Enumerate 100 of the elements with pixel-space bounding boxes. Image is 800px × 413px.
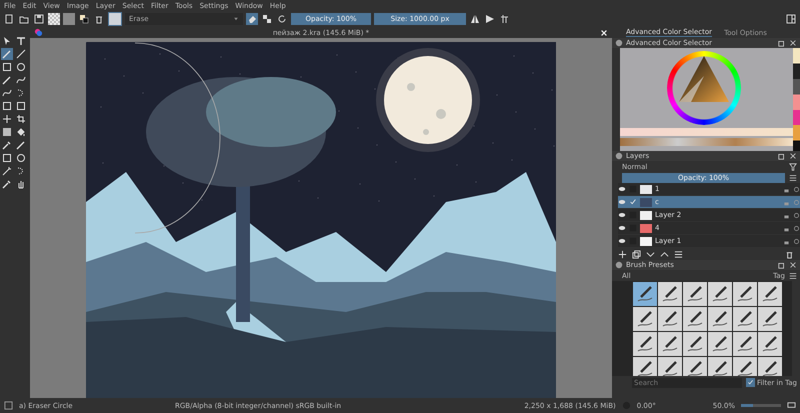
pattern-swatch[interactable] [48, 13, 60, 25]
color-history-strip[interactable] [620, 128, 793, 136]
checkbox[interactable] [746, 378, 755, 387]
brush-preset-tile[interactable] [683, 307, 707, 331]
brush-icon [685, 359, 705, 376]
brush-preset-tile[interactable] [708, 307, 732, 331]
layer-thumbnail [640, 184, 652, 194]
crop-tool-icon[interactable] [15, 113, 27, 125]
trash-icon[interactable] [785, 250, 794, 258]
workspace-icon[interactable] [785, 13, 797, 25]
monitor-icon[interactable] [787, 401, 796, 410]
tool-icon [4, 401, 13, 410]
brush-preset-tile[interactable] [633, 307, 657, 331]
save-icon[interactable] [33, 13, 45, 25]
filter-icon[interactable] [789, 162, 797, 170]
circle-tool-icon[interactable] [15, 61, 27, 73]
brush-preset-tile[interactable] [758, 282, 782, 306]
float-icon[interactable] [778, 39, 786, 47]
brush-preset-tile[interactable] [733, 357, 757, 376]
brush-tool-icon[interactable] [15, 139, 27, 151]
brush-preset-tile[interactable] [758, 307, 782, 331]
new-file-icon[interactable] [3, 13, 15, 25]
color-swatch-column[interactable] [793, 48, 800, 151]
picker-tool-icon[interactable] [1, 178, 13, 190]
brush-preset-tile[interactable] [733, 307, 757, 331]
picker-tool-icon[interactable] [1, 139, 13, 151]
zoom-slider[interactable] [741, 404, 781, 407]
properties-icon[interactable] [674, 250, 683, 258]
brush-preset-tile[interactable] [758, 357, 782, 376]
duplicate-icon[interactable] [632, 250, 641, 258]
collapse-icon[interactable] [615, 261, 623, 269]
layer-thumbnail [640, 198, 652, 206]
menu-icon[interactable] [789, 174, 797, 182]
brush-icon [635, 359, 655, 376]
text-tool-icon[interactable] [15, 35, 27, 47]
fill-tool-icon[interactable] [15, 126, 27, 138]
square-tool-icon[interactable] [1, 61, 13, 73]
curve-tool-icon[interactable] [15, 74, 27, 86]
mirror-horizontal-icon[interactable] [469, 13, 481, 25]
close-icon[interactable] [789, 152, 797, 160]
app-logo-icon [34, 28, 43, 37]
brush-preset-tile[interactable] [658, 357, 682, 376]
reload-icon[interactable] [276, 13, 288, 25]
brush-icon [635, 309, 655, 329]
chevron-up-icon[interactable] [660, 250, 669, 258]
brush-preset-tile[interactable] [658, 332, 682, 356]
brush-preset-tile[interactable] [633, 357, 657, 376]
brush-preset-tile[interactable] [633, 282, 657, 306]
brush-preset-tile[interactable] [658, 307, 682, 331]
brush-preset-tile[interactable] [683, 357, 707, 376]
path-tool-icon[interactable] [1, 87, 13, 99]
wrap-icon[interactable] [499, 13, 511, 25]
brush-icon [710, 309, 730, 329]
line-tool-icon[interactable] [15, 48, 27, 60]
brush-icon [760, 359, 780, 376]
checker-icon[interactable] [261, 13, 273, 25]
brush-preset-tile[interactable] [708, 282, 732, 306]
pen-tool-icon[interactable] [1, 74, 13, 86]
brush-icon [710, 359, 730, 376]
brush-preset-tile[interactable] [733, 332, 757, 356]
gradient-swatch[interactable] [63, 13, 75, 25]
float-icon[interactable] [778, 261, 786, 269]
brush-icon [635, 334, 655, 354]
square-tool-icon[interactable] [15, 100, 27, 112]
move-tool-icon[interactable] [1, 113, 13, 125]
square-tool-icon[interactable] [1, 152, 13, 164]
gradient-tool-icon[interactable] [1, 126, 13, 138]
square-tool-icon[interactable] [1, 100, 13, 112]
brush-preset-tile[interactable] [683, 332, 707, 356]
collapse-icon[interactable] [615, 39, 623, 47]
mirror-vertical-icon[interactable] [484, 13, 496, 25]
brush-preset-tile[interactable] [633, 332, 657, 356]
float-icon[interactable] [778, 152, 786, 160]
collapse-icon[interactable] [615, 152, 623, 160]
brush-icon [735, 359, 755, 376]
color-triangle[interactable] [679, 56, 729, 102]
brush-icon [760, 309, 780, 329]
brush-preset-tile[interactable] [683, 282, 707, 306]
plus-icon[interactable] [618, 250, 627, 258]
brush-preset-tile[interactable] [733, 282, 757, 306]
chevron-down-icon[interactable] [646, 250, 655, 258]
wand-tool-icon[interactable] [1, 165, 13, 177]
close-icon[interactable] [789, 261, 797, 269]
brush-icon [735, 334, 755, 354]
close-icon[interactable] [789, 39, 797, 47]
brush-preset-tile[interactable] [658, 282, 682, 306]
brush-preset-tile[interactable] [708, 332, 732, 356]
caret-icon[interactable] [233, 16, 239, 22]
brush-preset-thumbnail[interactable] [108, 12, 122, 26]
menu-icon[interactable] [789, 272, 797, 280]
layer-thumbnail [640, 210, 652, 220]
brush-preset-tile[interactable] [758, 332, 782, 356]
active-layer-check[interactable] [629, 198, 637, 206]
brush-icon [660, 334, 680, 354]
color-shade-strip[interactable] [620, 138, 793, 146]
circle-tool-icon[interactable] [15, 152, 27, 164]
brush-preset-tile[interactable] [708, 357, 732, 376]
brush-icon [635, 284, 655, 304]
eraser-icon[interactable] [246, 13, 258, 25]
color-swap-icon[interactable] [78, 13, 90, 25]
